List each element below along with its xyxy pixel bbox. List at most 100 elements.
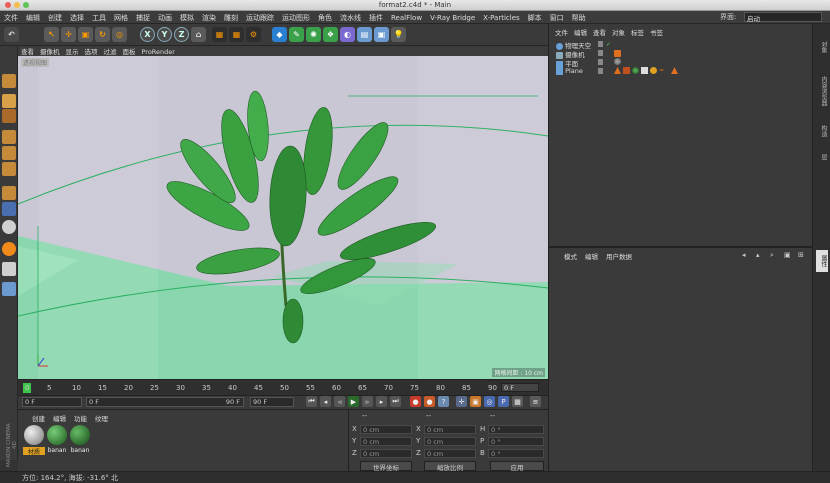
visibility-icon[interactable] [598,50,603,56]
search-icon[interactable]: ⌕ [770,251,778,259]
y-axis-toggle[interactable]: Y [157,27,172,42]
object-menu-view[interactable]: 查看 [590,27,609,37]
position-z-field[interactable]: 0 cm [360,449,412,458]
next-key-icon[interactable]: ▸ [376,396,387,407]
material-menu-edit[interactable]: 编辑 [49,413,70,423]
autokey-icon[interactable]: ● [424,396,435,407]
tab-content-browser[interactable]: 内容浏览器 [816,68,828,114]
viewport-menu-prorender[interactable]: ProRender [139,48,178,56]
menu-animate[interactable]: 动画 [154,11,176,24]
viewport-menu-camera[interactable]: 摄像机 [37,46,63,56]
scale-key-icon[interactable]: ▣ [470,396,481,407]
object-row[interactable]: 物理天空 ✓ [552,40,807,50]
object-menu-bookmarks[interactable]: 书签 [647,27,666,37]
object-row[interactable]: 摄像机 [552,49,807,59]
tab-attributes[interactable]: 属性 [816,250,828,272]
size-y-field[interactable]: 0 cm [424,437,476,446]
position-x-field[interactable]: 0 cm [360,425,412,434]
floor-icon[interactable]: ▤ [357,27,372,42]
visibility-icon[interactable] [598,41,603,47]
attribute-menu-mode[interactable]: 模式 [560,251,581,261]
start-frame-field[interactable]: 0 F [22,397,82,407]
texture-mode-icon[interactable] [2,94,16,108]
position-key-icon[interactable]: ✛ [456,396,467,407]
timeline-ruler[interactable]: 0 5 10 15 20 25 30 35 40 45 50 55 60 65 … [18,379,548,395]
tag-icon[interactable] [650,67,657,74]
end-frame-field[interactable]: 90 F [250,397,294,407]
menu-tools[interactable]: 工具 [88,11,110,24]
tab-objects[interactable]: 对象 [816,32,828,62]
material-swatch[interactable] [47,425,67,445]
viewport-menu-options[interactable]: 选项 [82,46,101,56]
size-z-field[interactable]: 0 cm [424,449,476,458]
menu-motion-tracking[interactable]: 运动跟踪 [242,11,278,24]
tab-structure[interactable]: 构造 [816,120,828,142]
play-icon[interactable]: ▶ [348,396,359,407]
rotation-h-field[interactable]: 0 ° [488,425,544,434]
keyframe-selection-icon[interactable]: ? [438,396,449,407]
render-view-icon[interactable]: ▦ [212,27,227,42]
material-menu-function[interactable]: 功能 [70,413,91,423]
menu-select[interactable]: 选择 [66,11,88,24]
scale-icon[interactable]: ▣ [78,27,93,42]
z-axis-toggle[interactable]: Z [174,27,189,42]
material-menu-texture[interactable]: 纹理 [91,413,112,423]
menu-edit[interactable]: 编辑 [22,11,44,24]
timeline-menu-icon[interactable]: ≡ [530,396,541,407]
menu-pipeline[interactable]: 流水线 [336,11,365,24]
recent-tool-icon[interactable]: ◎ [112,27,127,42]
edges-mode-icon[interactable] [2,146,16,160]
object-menu-tags[interactable]: 标签 [628,27,647,37]
quantize-icon[interactable] [2,262,16,276]
parameter-key-icon[interactable]: P [498,396,509,407]
object-menu-file[interactable]: 文件 [552,27,571,37]
object-row[interactable]: 平面 [552,58,807,68]
tag-icon[interactable] [623,67,630,74]
attribute-menu-edit[interactable]: 编辑 [581,251,602,261]
previous-frame-icon[interactable]: ◃ [334,396,345,407]
material-menu-create[interactable]: 创建 [28,413,49,423]
points-mode-icon[interactable] [2,130,16,144]
layer-icon[interactable] [2,282,16,296]
menu-simulate[interactable]: 模拟 [176,11,198,24]
axis-mode-icon[interactable] [2,186,16,200]
interface-select[interactable]: 启动 [744,12,822,23]
menu-file[interactable]: 文件 [0,11,22,24]
polygons-mode-icon[interactable] [2,162,16,176]
visibility-icon[interactable] [598,68,603,74]
attribute-menu-user-data[interactable]: 用户数据 [602,251,636,261]
record-keys-icon[interactable]: ● [410,396,421,407]
menu-mesh[interactable]: 网格 [110,11,132,24]
soft-selection-icon[interactable] [2,242,16,256]
tag-icon[interactable] [641,67,648,74]
menu-render[interactable]: 渲染 [198,11,220,24]
menu-script[interactable]: 脚本 [524,11,546,24]
tag-icon[interactable] [614,67,621,74]
apply-button[interactable]: 应用 [490,461,544,472]
world-coordinates-select[interactable]: 世界坐标 [360,461,412,472]
viewport-menu-panel[interactable]: 面板 [120,46,139,56]
menu-plugins[interactable]: 插件 [365,11,387,24]
menu-create[interactable]: 创建 [44,11,66,24]
tag-icon[interactable]: ≈ [659,67,671,74]
point-level-icon[interactable]: ▦ [512,396,523,407]
menu-snap[interactable]: 捕捉 [132,11,154,24]
rotate-icon[interactable]: ↻ [95,27,110,42]
tweak-mode-icon[interactable] [2,202,16,216]
visibility-icon[interactable] [598,59,603,65]
snap-icon[interactable] [2,220,16,234]
tab-layers[interactable]: 层 [816,148,828,166]
object-menu-edit[interactable]: 编辑 [571,27,590,37]
lock-icon[interactable]: ▣ [784,251,792,259]
back-arrow-icon[interactable]: ◂ [742,251,750,259]
frame-range-slider[interactable]: 0 F 90 F [86,397,244,407]
object-row[interactable]: Plane ≈ [552,67,807,76]
go-to-start-icon[interactable]: ⏮ [306,396,317,407]
checkmark-icon[interactable]: ✓ [606,41,612,48]
material-tag-icon[interactable] [614,58,621,65]
camera-icon[interactable]: ▣ [374,27,389,42]
material-label[interactable]: banan [69,447,91,455]
coordinate-system-icon[interactable]: ⌂ [191,27,206,42]
object-menu-objects[interactable]: 对象 [609,27,628,37]
next-frame-icon[interactable]: ▹ [362,396,373,407]
